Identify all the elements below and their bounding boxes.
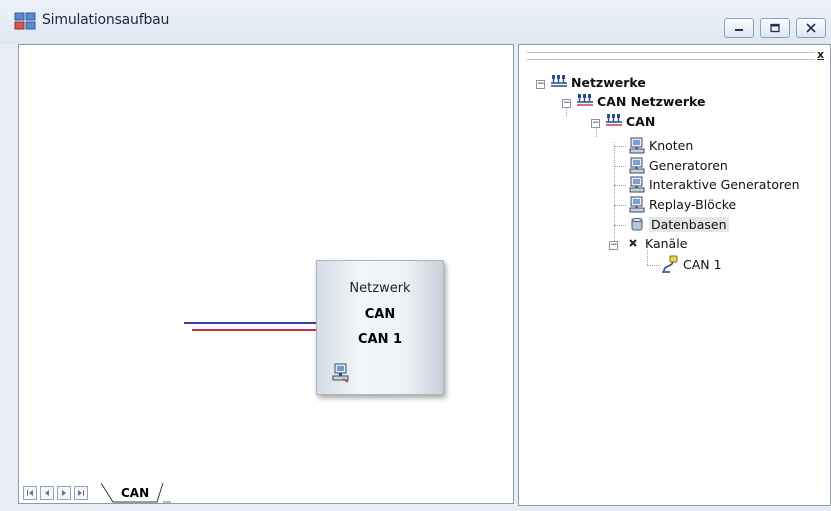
tree-item-netzwerke[interactable]: Netzwerke — [551, 74, 646, 90]
tree-item-kanaele[interactable]: Kanäle — [625, 235, 687, 251]
tree-connector — [614, 205, 626, 206]
tree-connector — [647, 250, 648, 265]
first-page-button[interactable] — [23, 486, 37, 500]
network-channel-label: CAN 1 — [357, 332, 403, 347]
computer-node-icon — [629, 157, 645, 174]
tree-item-label: CAN 1 — [683, 256, 722, 272]
panel-close-button[interactable]: x — [817, 48, 824, 61]
tree-item-knoten[interactable]: Knoten — [629, 137, 693, 154]
tree-item-can[interactable]: CAN — [606, 113, 655, 129]
network-icon — [551, 75, 567, 87]
prev-page-button[interactable] — [40, 486, 54, 500]
computer-node-icon — [629, 137, 645, 154]
network-bus-label: CAN — [364, 307, 396, 322]
expand-toggle[interactable]: − — [591, 119, 600, 128]
network-icon — [577, 94, 593, 106]
window-title: Simulationsaufbau — [42, 12, 170, 28]
tree-item-label: Replay-Blöcke — [649, 197, 737, 212]
page-tab-bar: CAN — [19, 483, 513, 503]
expand-toggle[interactable]: − — [562, 99, 571, 108]
tree-connector — [647, 265, 661, 266]
title-bar: Simulationsaufbau — [0, 0, 831, 44]
next-page-button[interactable] — [57, 486, 71, 500]
tab-can[interactable]: CAN — [101, 483, 171, 503]
simulation-canvas[interactable]: Netzwerk CAN CAN 1 CAN — [18, 44, 514, 504]
tree-item-label: Datenbasen — [649, 216, 729, 232]
network-node-icon — [332, 363, 349, 383]
can-channel-icon — [662, 255, 678, 273]
tree-item-interaktive-generatoren[interactable]: Interaktive Generatoren — [629, 176, 800, 193]
channel-icon — [629, 239, 637, 247]
restore-icon — [770, 23, 780, 33]
tree-connector — [614, 185, 626, 186]
minimize-button[interactable] — [724, 18, 754, 38]
network-icon — [606, 114, 622, 126]
first-page-icon — [27, 490, 33, 496]
last-page-button[interactable] — [74, 486, 88, 500]
tree-connector — [614, 142, 615, 245]
tree-item-replay-bloecke[interactable]: Replay-Blöcke — [629, 196, 736, 213]
last-page-icon — [78, 490, 84, 496]
prev-page-icon — [45, 490, 49, 496]
tab-label: CAN — [121, 486, 150, 500]
tree-connector — [614, 225, 626, 226]
tree-item-label: Interaktive Generatoren — [649, 177, 800, 192]
bus-line-red[interactable] — [192, 329, 316, 331]
expand-toggle[interactable]: − — [536, 80, 545, 89]
network-tree-panel: x − Netzwerke − CAN Netzwerke − CAN Knot… — [518, 44, 831, 506]
tree-item-can-netzwerke[interactable]: CAN Netzwerke — [577, 93, 706, 109]
minimize-icon — [735, 29, 743, 31]
close-button[interactable] — [796, 18, 826, 38]
tree-item-label: Generatoren — [649, 158, 728, 173]
tree-connector — [614, 166, 626, 167]
tree-item-generatoren[interactable]: Generatoren — [629, 157, 728, 174]
computer-node-icon — [629, 176, 645, 193]
network-type-label: Netzwerk — [349, 281, 411, 296]
computer-node-icon — [629, 196, 645, 213]
network-block[interactable]: Netzwerk CAN CAN 1 — [316, 260, 444, 395]
tree-connector — [614, 146, 626, 147]
close-icon — [806, 23, 816, 33]
panel-grip[interactable] — [527, 52, 815, 60]
simulation-setup-icon — [14, 12, 36, 30]
tree-item-datenbasen[interactable]: Datenbasen — [629, 216, 729, 232]
bus-line-blue[interactable] — [184, 322, 316, 324]
tree-item-label: Netzwerke — [571, 74, 646, 90]
tree-item-label: CAN Netzwerke — [597, 93, 706, 109]
tree-item-can-1[interactable]: CAN 1 — [661, 255, 722, 273]
next-page-icon — [62, 490, 66, 496]
database-icon — [631, 217, 643, 231]
tree-item-label: Kanäle — [645, 235, 688, 251]
tree-item-label: CAN — [626, 113, 656, 129]
restore-button[interactable] — [760, 18, 790, 38]
tree-item-label: Knoten — [649, 138, 694, 153]
expand-toggle[interactable]: − — [609, 241, 618, 250]
